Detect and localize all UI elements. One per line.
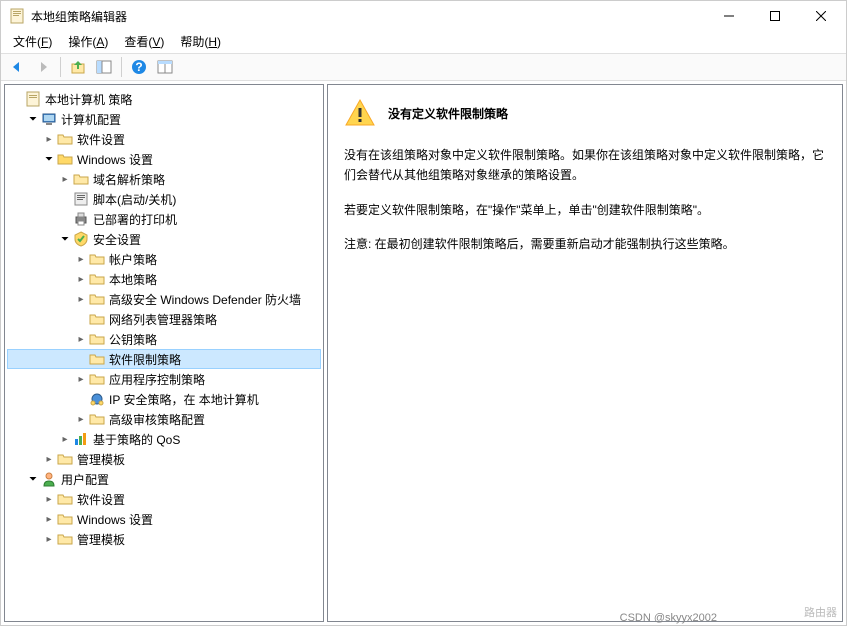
details-text: 若要定义软件限制策略，在"操作"菜单上，单击"创建软件限制策略"。 <box>344 200 826 220</box>
user-icon <box>41 471 57 487</box>
folder-icon <box>57 131 73 147</box>
tree-item[interactable]: ▸软件设置 <box>7 129 321 149</box>
tree-item[interactable]: ▸帐户策略 <box>7 249 321 269</box>
folder-icon <box>89 251 105 267</box>
menu-help[interactable]: 帮助(H) <box>172 31 229 52</box>
tree-computer-config[interactable]: ⏷ 计算机配置 <box>7 109 321 129</box>
menu-file[interactable]: 文件(F) <box>5 31 60 52</box>
tree-item[interactable]: ▸软件设置 <box>7 489 321 509</box>
computer-icon <box>41 111 57 127</box>
back-button[interactable] <box>5 55 29 79</box>
folder-icon <box>57 531 73 547</box>
toolbar-separator <box>60 57 61 77</box>
folder-icon <box>89 411 105 427</box>
title-bar: 本地组策略编辑器 <box>1 1 846 31</box>
tree-item[interactable]: ▸应用程序控制策略 <box>7 369 321 389</box>
script-icon <box>73 191 89 207</box>
policy-tree[interactable]: ▸ 本地计算机 策略 ⏷ 计算机配置 ▸软件设置 <box>7 89 321 549</box>
tree-item[interactable]: ▸管理模板 <box>7 449 321 469</box>
folder-icon <box>57 511 73 527</box>
details-text: 没有在该组策略对象中定义软件限制策略。如果你在该组策略对象中定义软件限制策略，它… <box>344 145 826 186</box>
doc-icon <box>25 91 41 107</box>
tree-root[interactable]: ▸ 本地计算机 策略 <box>7 89 321 109</box>
details-title: 没有定义软件限制策略 <box>388 97 508 122</box>
folder-open-icon <box>57 151 73 167</box>
up-button[interactable] <box>66 55 90 79</box>
tree-item[interactable]: ▸脚本(启动/关机) <box>7 189 321 209</box>
svg-text:?: ? <box>135 60 142 74</box>
tree-user-config[interactable]: ⏷ 用户配置 <box>7 469 321 489</box>
forward-button[interactable] <box>31 55 55 79</box>
tree-item[interactable]: ▸网络列表管理器策略 <box>7 309 321 329</box>
maximize-button[interactable] <box>752 1 798 31</box>
toolbar: ? <box>1 53 846 81</box>
folder-icon <box>89 331 105 347</box>
window-title: 本地组策略编辑器 <box>31 8 706 25</box>
folder-icon <box>89 291 105 307</box>
app-icon <box>9 8 25 24</box>
chart-icon <box>73 431 89 447</box>
warning-icon <box>344 97 376 129</box>
tree-item[interactable]: ▸Windows 设置 <box>7 509 321 529</box>
tree-item[interactable]: ▸已部署的打印机 <box>7 209 321 229</box>
folder-icon <box>89 311 105 327</box>
tree-item[interactable]: ▸域名解析策略 <box>7 169 321 189</box>
show-hide-tree-button[interactable] <box>92 55 116 79</box>
tree-security-settings[interactable]: ⏷安全设置 <box>7 229 321 249</box>
shield-icon <box>73 231 89 247</box>
details-body: 没有在该组策略对象中定义软件限制策略。如果你在该组策略对象中定义软件限制策略，它… <box>344 145 826 255</box>
folder-icon <box>89 351 105 367</box>
tree-panel: ▸ 本地计算机 策略 ⏷ 计算机配置 ▸软件设置 <box>4 84 324 622</box>
folder-icon <box>89 371 105 387</box>
folder-icon <box>57 491 73 507</box>
menu-view[interactable]: 查看(V) <box>116 31 172 52</box>
help-button[interactable]: ? <box>127 55 151 79</box>
details-panel: 没有定义软件限制策略 没有在该组策略对象中定义软件限制策略。如果你在该组策略对象… <box>327 84 843 622</box>
tree-item[interactable]: ▸公钥策略 <box>7 329 321 349</box>
tree-item[interactable]: ▸高级安全 Windows Defender 防火墙 <box>7 289 321 309</box>
credit-text: CSDN @skyyx2002 <box>620 612 717 624</box>
network-icon <box>89 391 105 407</box>
details-header: 没有定义软件限制策略 <box>344 97 826 129</box>
folder-icon <box>57 451 73 467</box>
toolbar-separator <box>121 57 122 77</box>
tree-item[interactable]: ▸管理模板 <box>7 529 321 549</box>
tree-windows-settings[interactable]: ⏷Windows 设置 <box>7 149 321 169</box>
menu-bar: 文件(F) 操作(A) 查看(V) 帮助(H) <box>1 31 846 53</box>
details-text: 注意: 在最初创建软件限制策略后，需要重新启动才能强制执行这些策略。 <box>344 234 826 254</box>
tree-item[interactable]: ▸高级审核策略配置 <box>7 409 321 429</box>
watermark-text: 路由器 <box>804 604 837 620</box>
tree-item[interactable]: ▸本地策略 <box>7 269 321 289</box>
tree-software-restriction[interactable]: ▸软件限制策略 <box>7 349 321 369</box>
folder-icon <box>73 171 89 187</box>
content-area: ▸ 本地计算机 策略 ⏷ 计算机配置 ▸软件设置 <box>1 81 846 625</box>
properties-button[interactable] <box>153 55 177 79</box>
minimize-button[interactable] <box>706 1 752 31</box>
printer-icon <box>73 211 89 227</box>
tree-item[interactable]: ▸基于策略的 QoS <box>7 429 321 449</box>
folder-icon <box>89 271 105 287</box>
tree-item[interactable]: ▸IP 安全策略，在 本地计算机 <box>7 389 321 409</box>
menu-action[interactable]: 操作(A) <box>60 31 116 52</box>
close-button[interactable] <box>798 1 844 31</box>
